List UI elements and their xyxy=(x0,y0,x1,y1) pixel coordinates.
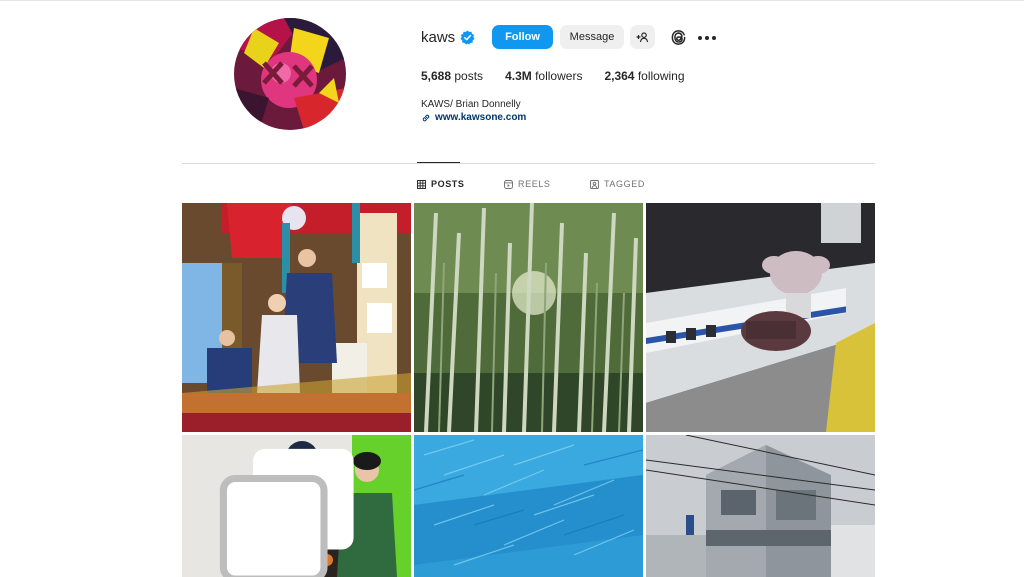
post-tile-gallery-portrait[interactable] xyxy=(182,435,411,577)
followers-count: 4.3M xyxy=(505,69,532,83)
tagged-icon xyxy=(590,179,599,189)
posts-label: posts xyxy=(454,69,484,83)
message-button[interactable]: Message xyxy=(560,25,624,49)
top-border xyxy=(0,0,1024,1)
bamboo-forest-image xyxy=(414,203,643,432)
posts-stat: 5,688 posts xyxy=(421,69,483,83)
posts-count: 5,688 xyxy=(421,69,452,83)
train-station-image xyxy=(646,203,875,432)
tabs-divider xyxy=(182,163,875,164)
follow-button[interactable]: Follow xyxy=(492,25,553,49)
blue-abstract-image xyxy=(414,435,643,577)
carousel-icon xyxy=(219,448,354,577)
more-options-icon[interactable] xyxy=(698,29,716,46)
tab-reels-label: REELS xyxy=(518,179,551,189)
festival-float-image xyxy=(182,203,411,432)
post-tile-bamboo-forest[interactable] xyxy=(414,203,643,432)
following-stat[interactable]: 2,364 following xyxy=(604,69,684,83)
username: kaws xyxy=(421,28,456,46)
profile-stats: 5,688 posts 4.3M followers 2,364 followi… xyxy=(421,69,707,83)
post-tile-building-facade[interactable] xyxy=(646,435,875,577)
profile-avatar[interactable] xyxy=(234,18,346,130)
followers-label: followers xyxy=(535,69,583,83)
tab-reels[interactable]: REELS xyxy=(504,178,551,190)
active-tab-indicator xyxy=(417,162,460,163)
building-facade-image xyxy=(646,435,875,577)
website-link[interactable]: www.kawsone.com xyxy=(421,112,526,123)
add-user-icon xyxy=(636,31,649,42)
tab-tagged-label: TAGGED xyxy=(604,179,645,189)
link-icon xyxy=(422,114,430,121)
reels-icon xyxy=(504,179,513,189)
tab-posts[interactable]: POSTS xyxy=(417,178,465,190)
following-count: 2,364 xyxy=(604,69,635,83)
post-tile-companion-train-station[interactable] xyxy=(646,203,875,432)
website-text: www.kawsone.com xyxy=(435,112,527,123)
post-tile-blue-abstract[interactable] xyxy=(414,435,643,577)
tab-tagged[interactable]: TAGGED xyxy=(590,178,645,190)
verified-badge-icon xyxy=(460,29,475,45)
tab-posts-label: POSTS xyxy=(431,179,465,189)
grid-icon xyxy=(417,179,426,189)
followers-stat[interactable]: 4.3M followers xyxy=(505,69,582,83)
post-tile-festival-float[interactable] xyxy=(182,203,411,432)
threads-icon[interactable] xyxy=(670,29,687,46)
suggest-accounts-button[interactable] xyxy=(630,25,655,49)
username-row: kaws xyxy=(421,25,475,49)
profile-full-name: KAWS/ Brian Donnelly xyxy=(421,99,521,110)
following-label: following xyxy=(637,69,685,83)
